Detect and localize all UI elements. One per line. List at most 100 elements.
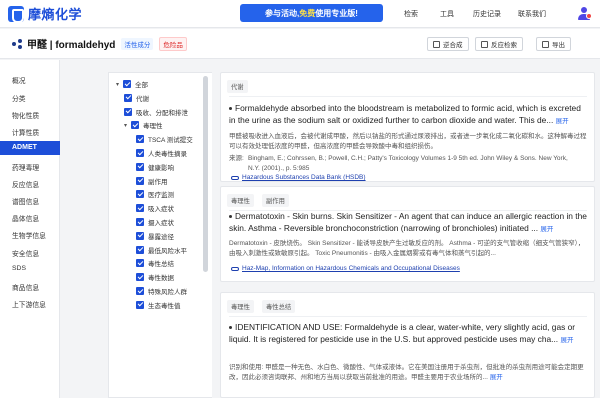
sidebar-item-physchem[interactable]: 物化性质: [12, 110, 39, 120]
checkbox-checked-icon[interactable]: [136, 231, 144, 240]
card-tag[interactable]: 代谢: [227, 80, 248, 93]
sidebar-item-supply-chain[interactable]: 上下游信息: [12, 299, 46, 309]
checkbox-checked-icon[interactable]: [136, 176, 144, 185]
retrosynthesis-icon: [433, 40, 440, 48]
checkbox-checked-icon[interactable]: [136, 287, 144, 295]
expand-link[interactable]: 展开: [490, 374, 503, 381]
tree-item[interactable]: 副作用: [136, 176, 168, 186]
tree-item-label: 健康影响: [148, 164, 174, 172]
sidebar-item-biology[interactable]: 生物学信息: [12, 230, 46, 240]
chevron-down-icon[interactable]: ▾: [124, 122, 130, 129]
tree-item-label: 全部: [135, 82, 148, 89]
source-link[interactable]: Haz-Map, Information on Hazardous Chemic…: [231, 265, 460, 272]
sidebar-item-reactions[interactable]: 反应信息: [12, 179, 39, 189]
tree-item[interactable]: 人类毒性摘录: [136, 148, 187, 158]
record-card-side-effects: 毒理性 副作用 Dermatotoxin - Skin burns. Skin …: [220, 186, 595, 282]
record-text: Dermatotoxin - Skin burns. Skin Sensitiz…: [229, 211, 587, 233]
sidebar-item-sds[interactable]: SDS: [12, 265, 26, 272]
tree-item[interactable]: 代谢: [124, 93, 149, 103]
reaction-search-button[interactable]: 反应检索: [475, 37, 523, 51]
sidebar-item-computed[interactable]: 计算性质: [12, 127, 39, 137]
nav-tools-link[interactable]: 工具: [440, 9, 454, 19]
expand-link[interactable]: 展开: [540, 226, 553, 233]
tree-item[interactable]: ▾ 毒理性: [124, 120, 163, 130]
tree-item-label: 特殊风险人群: [148, 289, 187, 296]
record-translation: 识别和使用: 甲醛是一种无色、水白色、微酸性、气体或液体。它在美国注册用于杀虫剂…: [229, 364, 584, 381]
tree-scrollbar[interactable]: [203, 76, 208, 272]
active-ingredient-tag: 活性成分: [121, 37, 154, 50]
tree-item-label: 人类毒性摘录: [148, 151, 187, 158]
checkbox-checked-icon[interactable]: [136, 273, 144, 282]
nav-history-link[interactable]: 历史记录: [473, 9, 501, 19]
tree-item-label: 毒性总结: [148, 261, 174, 269]
sidebar-item-overview[interactable]: 概况: [12, 75, 26, 85]
tree-item[interactable]: TSCA 测试提交: [136, 134, 193, 144]
divider: [229, 96, 587, 97]
checkbox-checked-icon[interactable]: [136, 204, 144, 213]
chevron-down-icon[interactable]: ▾: [116, 81, 122, 88]
sidebar-item-products[interactable]: 商品信息: [12, 282, 39, 292]
checkbox-checked-icon[interactable]: [136, 245, 144, 254]
sidebar-item-pharmacology[interactable]: 药理毒理: [12, 162, 39, 172]
tree-item[interactable]: ▾ 全部: [116, 79, 148, 89]
tree-item[interactable]: 暴露途径: [136, 231, 174, 241]
tree-item[interactable]: 医疗监测: [136, 189, 174, 199]
checkbox-checked-icon[interactable]: [136, 190, 144, 199]
card-tag[interactable]: 毒性总结: [262, 300, 296, 313]
logo-icon: [8, 5, 24, 23]
checkbox-checked-icon[interactable]: [136, 135, 144, 144]
tree-item[interactable]: 最低风险水平: [136, 245, 187, 255]
hazardous-tag: 危险品: [159, 36, 187, 51]
tree-item-label: 最低风险水平: [148, 247, 187, 255]
card-tag[interactable]: 副作用: [262, 194, 289, 207]
divider: [229, 316, 587, 317]
checkbox-checked-icon[interactable]: [136, 259, 144, 268]
tree-item-label: 吸入症状: [148, 206, 174, 214]
retrosynthesis-button[interactable]: 逆合成: [427, 37, 469, 51]
nav-contact-link[interactable]: 联系我们: [518, 9, 546, 19]
checkbox-checked-icon[interactable]: [124, 107, 132, 116]
promo-banner[interactable]: 参与活动, 免费 使用专业版!: [240, 4, 383, 22]
user-avatar-icon[interactable]: [577, 7, 592, 21]
sidebar-item-admet[interactable]: ADMET: [0, 141, 60, 155]
sidebar-item-crystal[interactable]: 晶体信息: [12, 213, 39, 223]
export-button[interactable]: 导出: [536, 37, 571, 51]
tree-item[interactable]: 摄入症状: [136, 217, 174, 227]
checkbox-checked-icon[interactable]: [131, 121, 139, 130]
tree-item-label: 毒性数据: [148, 275, 174, 283]
tree-item[interactable]: 吸入症状: [136, 203, 174, 213]
record-text: IDENTIFICATION AND USE: Formaldehyde is …: [229, 322, 576, 344]
tree-item-label: 摄入症状: [148, 220, 174, 227]
tree-item-label: 代谢: [136, 95, 149, 103]
tree-item[interactable]: 健康影响: [136, 162, 174, 172]
checkbox-checked-icon[interactable]: [124, 93, 132, 102]
tree-item-label: 生态毒性值: [148, 302, 181, 310]
sidebar-item-safety[interactable]: 安全信息: [12, 248, 39, 258]
card-tag[interactable]: 毒理性: [227, 194, 254, 207]
sidebar-item-spectra[interactable]: 谱图信息: [12, 196, 39, 206]
tree-item-label: 医疗监测: [148, 192, 174, 200]
expand-link[interactable]: 展开: [556, 118, 569, 125]
sidebar-item-classification[interactable]: 分类: [12, 93, 26, 103]
checkbox-checked-icon[interactable]: [123, 80, 131, 88]
tree-item[interactable]: 生态毒性值: [136, 300, 181, 310]
link-icon: [231, 266, 239, 271]
tree-item[interactable]: 毒性总结: [136, 258, 174, 268]
tree-item[interactable]: 特殊风险人群: [136, 286, 187, 296]
record-translation: Dermatotoxin - 皮肤烧伤。 Skin Sensitizer - 能…: [229, 240, 585, 257]
tree-item[interactable]: 吸收、分配和排泄: [124, 107, 188, 117]
tree-item[interactable]: 毒性数据: [136, 272, 174, 282]
checkbox-checked-icon[interactable]: [136, 149, 144, 157]
checkbox-checked-icon[interactable]: [136, 218, 144, 226]
source-link[interactable]: Hazardous Substances Data Bank (HSDB): [231, 174, 366, 181]
checkbox-checked-icon[interactable]: [136, 300, 144, 309]
checkbox-checked-icon[interactable]: [136, 162, 144, 171]
nav-search-link[interactable]: 检索: [404, 9, 418, 19]
logo-text: 摩熵化学: [28, 7, 83, 22]
source-reference: Bingham, E.; Cohrssen, B.; Powell, C.H.;…: [248, 155, 568, 172]
section-sidebar: 概况 分类 物化性质 计算性质 ADMET 药理毒理 反应信息 谱图信息 晶体信…: [0, 60, 60, 398]
expand-link[interactable]: 展开: [560, 337, 573, 344]
logo[interactable]: 摩熵化学: [8, 4, 82, 23]
tree-item-label: 吸收、分配和排泄: [136, 109, 188, 117]
card-tag[interactable]: 毒理性: [227, 300, 254, 313]
